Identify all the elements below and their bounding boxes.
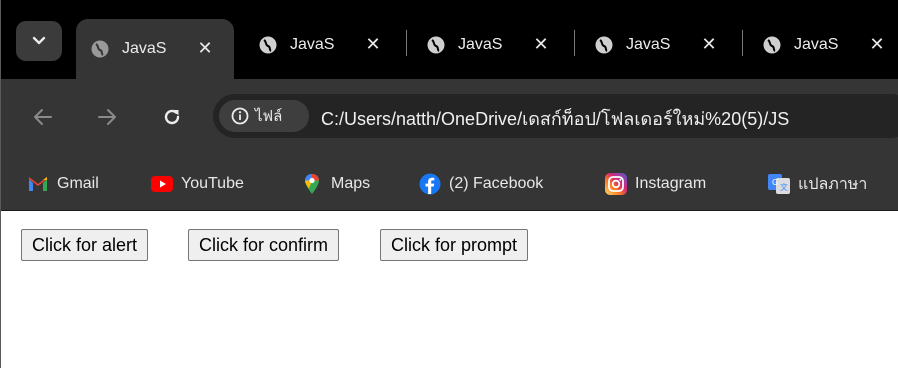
- youtube-icon: [151, 173, 173, 195]
- bookmark-label: YouTube: [181, 175, 244, 192]
- toolbar: ไฟล์ C:/Users/natth/OneDrive/เดสก์ท็อป/โ…: [1, 79, 898, 157]
- maps-icon: [301, 173, 323, 195]
- bookmark-label: (2) Facebook: [449, 175, 544, 192]
- gmail-icon: [27, 173, 49, 195]
- globe-icon: [763, 36, 781, 54]
- facebook-icon: [419, 173, 441, 195]
- tab-search-button[interactable]: [16, 21, 62, 61]
- forward-arrow-icon: [98, 109, 116, 125]
- bookmark-label: Gmail: [57, 175, 99, 192]
- site-chip-label: ไฟล์: [255, 107, 283, 125]
- svg-text:G: G: [772, 178, 778, 187]
- close-icon[interactable]: ✕: [196, 40, 214, 58]
- browser-window: JavaS ✕ JavaS ✕ JavaS ✕ JavaS ✕ JavaS ✕: [0, 0, 898, 368]
- reload-button[interactable]: [157, 102, 187, 132]
- tab-title: JavaS: [122, 40, 167, 57]
- close-icon[interactable]: ✕: [532, 36, 550, 54]
- bookmark-instagram[interactable]: Instagram: [605, 169, 706, 199]
- info-icon: [231, 107, 249, 125]
- page-content: Click for alert Click for confirm Click …: [2, 211, 898, 368]
- site-info-chip[interactable]: ไฟล์: [219, 100, 309, 132]
- back-arrow-icon: [34, 109, 52, 125]
- globe-icon: [91, 40, 109, 58]
- tab-title: JavaS: [458, 36, 503, 53]
- bookmark-translate[interactable]: G文 แปลภาษา: [768, 169, 867, 199]
- chevron-down-icon: [32, 36, 46, 45]
- back-button[interactable]: [28, 102, 58, 132]
- tab-4[interactable]: JavaS ✕: [580, 23, 740, 67]
- bookmark-label: แปลภาษา: [798, 175, 868, 193]
- bookmark-label: Instagram: [635, 175, 707, 192]
- instagram-icon: [605, 173, 627, 195]
- forward-button[interactable]: [92, 102, 122, 132]
- bookmark-youtube[interactable]: YouTube: [151, 169, 244, 199]
- tab-1[interactable]: JavaS ✕: [76, 19, 234, 79]
- url-text[interactable]: C:/Users/natth/OneDrive/เดสก์ท็อป/โฟลเดอ…: [321, 104, 789, 133]
- tab-title: JavaS: [794, 36, 839, 53]
- bookmark-label: Maps: [331, 175, 371, 192]
- translate-icon: G文: [768, 173, 790, 195]
- tab-separator: [742, 30, 743, 56]
- tab-title: JavaS: [290, 36, 335, 53]
- tab-2[interactable]: JavaS ✕: [244, 23, 394, 67]
- globe-icon: [259, 36, 277, 54]
- globe-icon: [595, 36, 613, 54]
- confirm-button[interactable]: Click for confirm: [188, 229, 340, 261]
- prompt-button[interactable]: Click for prompt: [380, 229, 529, 261]
- close-icon[interactable]: ✕: [868, 36, 886, 54]
- bookmarks-bar: Gmail YouTube Maps (2) Facebook Instagra…: [1, 157, 898, 211]
- tab-separator: [406, 30, 407, 56]
- tab-strip: JavaS ✕ JavaS ✕ JavaS ✕ JavaS ✕ JavaS ✕: [1, 0, 898, 79]
- bookmark-facebook[interactable]: (2) Facebook: [419, 169, 543, 199]
- tab-title: JavaS: [626, 36, 671, 53]
- svg-text:文: 文: [780, 182, 788, 192]
- tab-3[interactable]: JavaS ✕: [412, 23, 572, 67]
- globe-icon: [427, 36, 445, 54]
- close-icon[interactable]: ✕: [364, 36, 382, 54]
- tab-5[interactable]: JavaS ✕: [748, 23, 898, 67]
- bookmark-gmail[interactable]: Gmail: [27, 169, 99, 199]
- close-icon[interactable]: ✕: [700, 36, 718, 54]
- reload-icon: [164, 109, 180, 125]
- alert-button[interactable]: Click for alert: [21, 229, 149, 261]
- address-bar[interactable]: ไฟล์ C:/Users/natth/OneDrive/เดสก์ท็อป/โ…: [213, 94, 898, 138]
- tab-separator: [574, 30, 575, 56]
- bookmark-maps[interactable]: Maps: [301, 169, 370, 199]
